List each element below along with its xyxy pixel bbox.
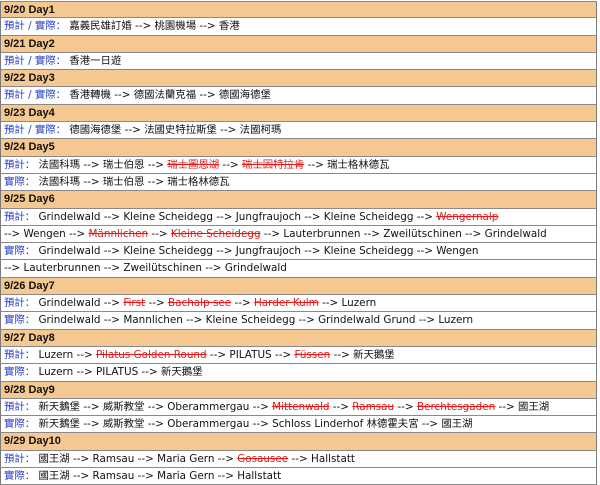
itinerary-line: --> Wengen --> Männlichen --> Kleine Sch… bbox=[0, 225, 597, 244]
actual-label: 實際： bbox=[4, 470, 36, 483]
itinerary-line: 實際： 法國科瑪 --> 瑞士伯恩 --> 瑞士格林德瓦 bbox=[0, 173, 597, 192]
route-text: --> bbox=[231, 297, 254, 310]
cancelled-stop: Füssen bbox=[294, 348, 331, 361]
route-text: Grindelwald --> Kleine Scheidegg --> Jun… bbox=[38, 245, 479, 258]
itinerary-line: 實際： Grindelwald --> Mannlichen --> Klein… bbox=[0, 312, 597, 330]
itinerary-line: 預計： Grindelwald --> First --> Bachalp se… bbox=[0, 295, 597, 313]
actual-label: 實際： bbox=[4, 245, 36, 258]
actual-label: 實際： bbox=[4, 314, 36, 327]
day-header: 9/24 Day5 bbox=[0, 139, 597, 157]
plan-actual-label: 預計 / 實際： bbox=[4, 54, 67, 67]
route-text: Grindelwald --> Kleine Scheidegg --> Jun… bbox=[38, 210, 437, 223]
cancelled-stop: Mittenwald bbox=[272, 400, 330, 413]
itinerary-line: --> Lauterbrunnen --> Zweilütschinen -->… bbox=[0, 260, 597, 278]
route-text: 香港一日遊 bbox=[69, 54, 122, 67]
route-text: 嘉義民雄訂婚 --> 桃園機場 --> 香港 bbox=[69, 20, 240, 33]
route-text: --> Lauterbrunnen --> Zweilütschinen -->… bbox=[4, 262, 287, 275]
plan-label: 預計： bbox=[4, 297, 36, 310]
plan-label: 預計： bbox=[4, 210, 36, 223]
cancelled-stop: Ramsau bbox=[352, 400, 395, 413]
day-header: 9/26 Day7 bbox=[0, 277, 597, 296]
day-header: 9/27 Day8 bbox=[0, 329, 597, 347]
cancelled-stop: Pilatus Golden Round bbox=[96, 348, 207, 361]
route-text: --> Lauterbrunnen --> Zweilütschinen -->… bbox=[260, 227, 547, 240]
plan-label: 預計： bbox=[4, 400, 36, 413]
route-text: 法國科瑪 --> 瑞士伯恩 --> 瑞士格林德瓦 bbox=[38, 175, 230, 188]
cancelled-stop: Harder Kulm bbox=[253, 297, 319, 310]
plan-actual-label: 預計 / 實際： bbox=[4, 124, 67, 137]
route-text: --> bbox=[145, 297, 169, 310]
cancelled-stop: First bbox=[123, 297, 146, 310]
itinerary-line: 實際： Luzern --> PILATUS --> 新天鵝堡 bbox=[0, 364, 597, 382]
day-header: 9/29 Day10 bbox=[0, 433, 597, 451]
actual-label: 實際： bbox=[4, 366, 36, 379]
day-header: 9/21 Day2 bbox=[0, 35, 597, 53]
cancelled-stop: Wengernalp bbox=[436, 210, 499, 223]
cancelled-stop: 瑞士圖恩湖 bbox=[167, 158, 220, 171]
itinerary-line: 預計： Grindelwald --> Kleine Scheidegg -->… bbox=[0, 208, 597, 226]
route-text: --> PILATUS --> bbox=[206, 348, 295, 361]
itinerary-line: 實際： 新天鵝堡 --> 威斯教堂 --> Oberammergau --> S… bbox=[0, 416, 597, 434]
plan-actual-label: 預計 / 實際： bbox=[4, 89, 67, 102]
day-header: 9/28 Day9 bbox=[0, 381, 597, 399]
route-text: Luzern --> PILATUS --> 新天鵝堡 bbox=[38, 366, 203, 379]
itinerary-table: 9/20 Day1 預計 / 實際： 嘉義民雄訂婚 --> 桃園機場 --> 香港… bbox=[0, 1, 597, 485]
route-text: --> Luzern bbox=[318, 297, 377, 310]
itinerary-line: 預計 / 實際： 德國海德堡 --> 法國史特拉斯堡 --> 法國柯瑪 bbox=[0, 122, 597, 140]
route-text: 新天鵝堡 --> 威斯教堂 --> Oberammergau --> Schlo… bbox=[38, 418, 473, 431]
route-text: --> bbox=[148, 227, 171, 240]
route-text: --> bbox=[329, 400, 353, 413]
route-text: 新天鵝堡 --> 威斯教堂 --> Oberammergau --> bbox=[38, 400, 273, 413]
route-text: Luzern --> bbox=[38, 348, 97, 361]
cancelled-stop: 瑞士因特拉肯 bbox=[242, 158, 305, 171]
route-text: --> Wengen --> bbox=[4, 227, 89, 240]
actual-label: 實際： bbox=[4, 418, 36, 431]
route-text: 香港轉機 --> 德國法蘭克福 --> 德國海德堡 bbox=[69, 89, 271, 102]
route-text: --> 新天鵝堡 bbox=[330, 348, 395, 361]
route-text: 法國科瑪 --> 瑞士伯恩 --> bbox=[38, 158, 168, 171]
itinerary-line: 預計： Luzern --> Pilatus Golden Round --> … bbox=[0, 346, 597, 365]
cancelled-stop: Kleine Scheidegg bbox=[170, 227, 261, 240]
cancelled-stop: Männlichen bbox=[88, 227, 149, 240]
itinerary-line: 實際： 國王湖 --> Ramsau --> Maria Gern --> Ha… bbox=[0, 468, 597, 485]
plan-actual-label: 預計 / 實際： bbox=[4, 20, 67, 33]
cancelled-stop: Berchtesgaden bbox=[416, 400, 496, 413]
route-text: 德國海德堡 --> 法國史特拉斯堡 --> 法國柯瑪 bbox=[69, 124, 282, 137]
itinerary-line: 預計 / 實際： 嘉義民雄訂婚 --> 桃園機場 --> 香港 bbox=[0, 18, 597, 36]
itinerary-line: 預計 / 實際： 香港轉機 --> 德國法蘭克福 --> 德國海德堡 bbox=[0, 87, 597, 105]
itinerary-line: 預計： 新天鵝堡 --> 威斯教堂 --> Oberammergau --> M… bbox=[0, 398, 597, 417]
cancelled-stop: Bachalp see bbox=[168, 297, 232, 310]
day-header: 9/22 Day3 bbox=[0, 70, 597, 88]
itinerary-line: 實際： Grindelwald --> Kleine Scheidegg -->… bbox=[0, 243, 597, 261]
route-text: --> 瑞士格林德瓦 bbox=[304, 158, 390, 171]
itinerary-line: 預計 / 實際： 香港一日遊 bbox=[0, 52, 597, 71]
route-text: --> bbox=[219, 158, 242, 171]
day-header: 9/23 Day4 bbox=[0, 104, 597, 123]
day-header: 9/20 Day1 bbox=[0, 1, 597, 19]
route-text: --> 國王湖 bbox=[495, 400, 550, 413]
itinerary-line: 預計： 國王湖 --> Ramsau --> Maria Gern --> Go… bbox=[0, 450, 597, 469]
actual-label: 實際： bbox=[4, 175, 36, 188]
route-text: Grindelwald --> bbox=[38, 297, 124, 310]
route-text: 國王湖 --> Ramsau --> Maria Gern --> Hallst… bbox=[38, 470, 282, 483]
plan-label: 預計： bbox=[4, 348, 36, 361]
itinerary-line: 預計： 法國科瑪 --> 瑞士伯恩 --> 瑞士圖恩湖 --> 瑞士因特拉肯 -… bbox=[0, 156, 597, 174]
plan-label: 預計： bbox=[4, 158, 36, 171]
day-header: 9/25 Day6 bbox=[0, 191, 597, 209]
route-text: --> bbox=[394, 400, 417, 413]
route-text: Grindelwald --> Mannlichen --> Kleine Sc… bbox=[38, 314, 474, 327]
